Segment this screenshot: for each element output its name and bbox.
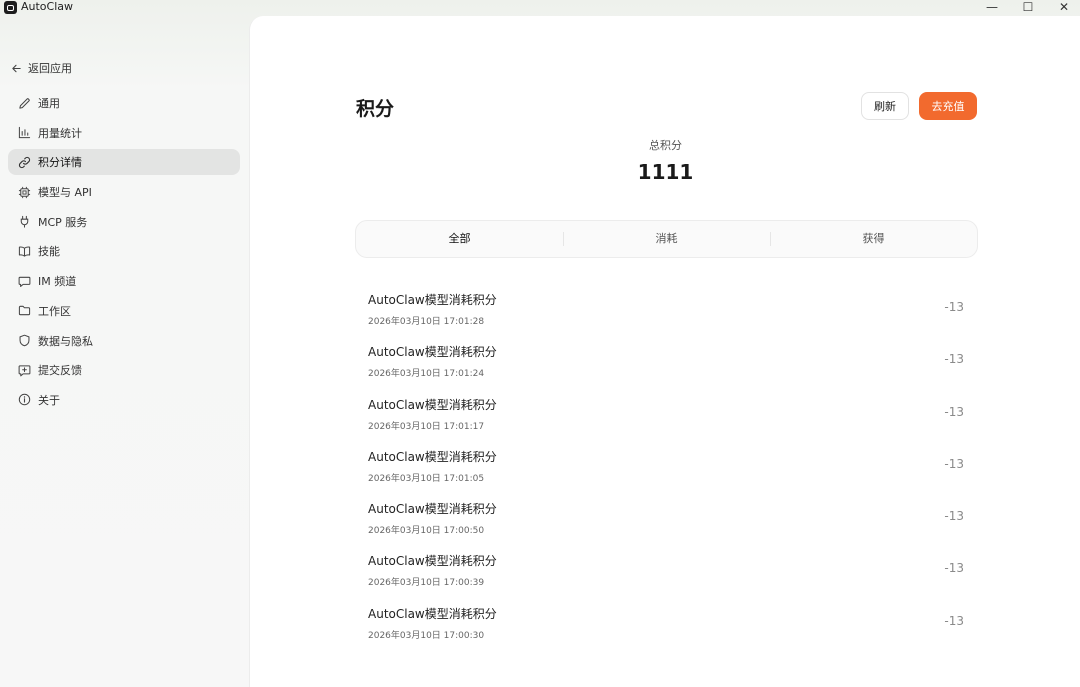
chip-icon <box>18 186 31 199</box>
record-time: 2026年03月10日 17:00:39 <box>368 578 485 589</box>
tab-consumed[interactable]: 消耗 <box>563 220 770 258</box>
sidebar-item-label: 数据与隐私 <box>38 334 93 348</box>
record-amount: -13 <box>944 613 964 628</box>
bar-chart-icon <box>18 126 31 139</box>
list-item: AutoClaw模型消耗积分 2026年03月10日 17:01:28 -13 <box>368 286 964 338</box>
sidebar-item-skills[interactable]: 技能 <box>8 238 240 264</box>
app-logo-icon <box>4 1 17 14</box>
sidebar-item-data-privacy[interactable]: 数据与隐私 <box>8 328 240 354</box>
arrow-left-icon <box>11 63 22 74</box>
record-title: AutoClaw模型消耗积分 <box>368 345 497 360</box>
sidebar-item-label: 积分详情 <box>38 156 82 170</box>
pencil-icon <box>18 97 31 110</box>
window-title: AutoClaw <box>21 0 74 13</box>
tab-earned[interactable]: 获得 <box>770 220 977 258</box>
back-to-app-link[interactable]: 返回应用 <box>11 60 72 76</box>
points-record-list: AutoClaw模型消耗积分 2026年03月10日 17:01:28 -13 … <box>368 286 964 652</box>
chat-icon <box>18 275 31 288</box>
record-title: AutoClaw模型消耗积分 <box>368 397 497 412</box>
sidebar-item-models-api[interactable]: 模型与 API <box>8 179 240 205</box>
record-time: 2026年03月10日 17:00:30 <box>368 630 485 641</box>
record-amount: -13 <box>944 352 964 367</box>
maximize-button[interactable]: ☐ <box>1010 0 1046 14</box>
recharge-button[interactable]: 去充值 <box>919 92 977 120</box>
sidebar-item-label: IM 频道 <box>38 275 77 289</box>
back-to-app-label: 返回应用 <box>28 62 72 75</box>
sidebar-item-points-details[interactable]: 积分详情 <box>8 149 240 176</box>
record-time: 2026年03月10日 17:01:28 <box>368 317 485 327</box>
record-amount: -13 <box>944 561 964 576</box>
list-item: AutoClaw模型消耗积分 2026年03月10日 17:01:17 -13 <box>368 391 964 443</box>
points-panel: 积分 刷新 去充值 总积分 1111 全部 消耗 获得 AutoClaw模型消耗… <box>249 16 1080 687</box>
record-title: AutoClaw模型消耗积分 <box>368 293 497 307</box>
info-icon <box>18 393 31 406</box>
record-amount: -13 <box>944 300 964 314</box>
close-button[interactable]: ✕ <box>1046 0 1080 14</box>
settings-nav: 通用 用量统计 积分详情 模型与 API MCP 服务 技能 IM 频道 工作区… <box>8 90 240 417</box>
sidebar-item-label: 用量统计 <box>38 126 82 140</box>
folder-icon <box>18 304 31 317</box>
record-amount: -13 <box>944 509 964 524</box>
list-item: AutoClaw模型消耗积分 2026年03月10日 17:00:50 -13 <box>368 495 964 547</box>
record-title: AutoClaw模型消耗积分 <box>368 502 497 517</box>
record-time: 2026年03月10日 17:01:24 <box>368 369 485 380</box>
plug-icon <box>18 215 31 228</box>
tab-all[interactable]: 全部 <box>356 220 563 258</box>
record-time: 2026年03月10日 17:00:50 <box>368 526 485 537</box>
sidebar-item-label: 提交反馈 <box>38 364 82 378</box>
sidebar-item-label: 关于 <box>38 393 60 407</box>
list-item: AutoClaw模型消耗积分 2026年03月10日 17:00:30 -13 <box>368 600 964 652</box>
sidebar-item-label: 技能 <box>38 245 60 259</box>
sidebar-item-workspace[interactable]: 工作区 <box>8 298 240 324</box>
record-amount: -13 <box>944 404 964 419</box>
sidebar-item-label: 通用 <box>38 97 60 110</box>
page-title: 积分 <box>356 98 395 120</box>
record-title: AutoClaw模型消耗积分 <box>368 554 497 569</box>
filter-tabs: 全部 消耗 获得 <box>355 220 978 258</box>
sidebar-item-mcp-services[interactable]: MCP 服务 <box>8 209 240 235</box>
sidebar-item-im-channels[interactable]: IM 频道 <box>8 268 240 294</box>
list-item: AutoClaw模型消耗积分 2026年03月10日 17:01:24 -13 <box>368 338 964 390</box>
total-points-value: 1111 <box>637 160 694 184</box>
list-item: AutoClaw模型消耗积分 2026年03月10日 17:01:05 -13 <box>368 443 964 495</box>
list-item: AutoClaw模型消耗积分 2026年03月10日 17:00:39 -13 <box>368 547 964 599</box>
sidebar-item-feedback[interactable]: 提交反馈 <box>8 357 240 383</box>
app-window: AutoClaw — ☐ ✕ 返回应用 通用 用量统计 积分详情 模型与 API… <box>0 0 1080 687</box>
link-icon <box>18 156 31 169</box>
record-title: AutoClaw模型消耗积分 <box>368 449 497 464</box>
total-points-label: 总积分 <box>649 139 682 152</box>
sidebar-item-label: MCP 服务 <box>38 215 88 229</box>
book-icon <box>18 245 31 258</box>
record-title: AutoClaw模型消耗积分 <box>368 606 497 621</box>
sidebar-item-label: 模型与 API <box>38 186 92 200</box>
shield-icon <box>18 334 31 347</box>
sidebar-item-general[interactable]: 通用 <box>8 90 240 116</box>
title-bar: AutoClaw — ☐ ✕ <box>0 0 1080 16</box>
refresh-button[interactable]: 刷新 <box>861 92 909 120</box>
feedback-icon <box>18 364 31 377</box>
sidebar: 返回应用 通用 用量统计 积分详情 模型与 API MCP 服务 技能 IM 频… <box>0 16 248 687</box>
sidebar-item-about[interactable]: 关于 <box>8 387 240 413</box>
record-amount: -13 <box>944 456 964 471</box>
sidebar-item-usage-stats[interactable]: 用量统计 <box>8 120 240 146</box>
record-time: 2026年03月10日 17:01:05 <box>368 473 485 484</box>
record-time: 2026年03月10日 17:01:17 <box>368 421 485 432</box>
sidebar-item-label: 工作区 <box>38 304 71 318</box>
minimize-button[interactable]: — <box>974 0 1010 14</box>
